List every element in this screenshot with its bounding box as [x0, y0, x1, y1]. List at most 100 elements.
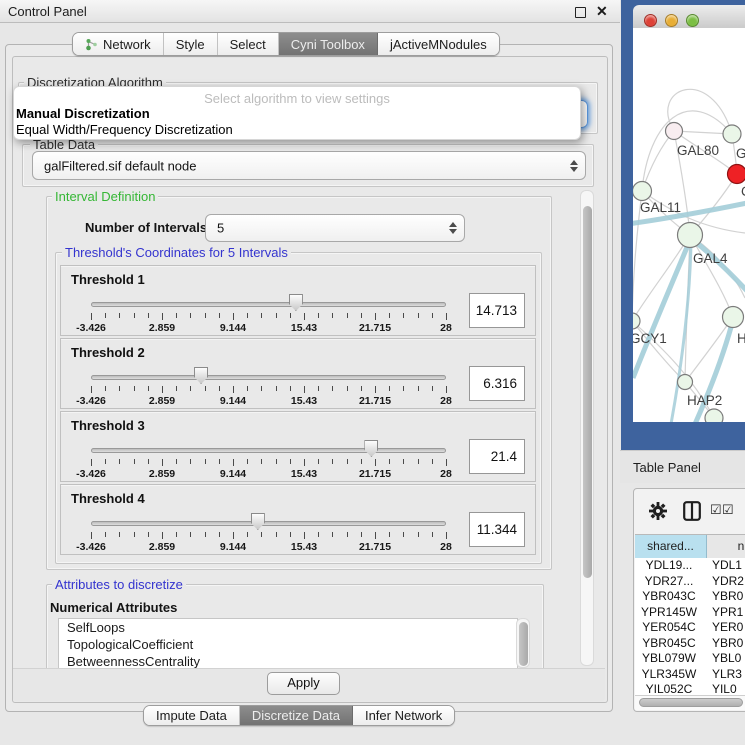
combo-stepper-icon — [449, 222, 457, 234]
table-row[interactable]: YLR345WYLR3 — [635, 667, 745, 683]
scrollbar-thumb[interactable] — [639, 698, 743, 707]
tick-mark — [134, 313, 135, 318]
table-row[interactable]: YPR145WYPR1 — [635, 605, 745, 621]
threshold-2-box: Threshold 2-3.4262.8599.14415.4321.71528… — [60, 338, 536, 409]
network-node-h[interactable] — [723, 307, 744, 328]
attribute-list-item[interactable]: SelfLoops — [59, 619, 517, 636]
checkbox-checked-icon[interactable]: ☑ — [722, 502, 734, 518]
table-row[interactable]: YIL052CYIL0 — [635, 682, 745, 695]
tab-style[interactable]: Style — [164, 33, 218, 55]
column-header-name[interactable]: n — [707, 535, 745, 558]
tick-label: 21.715 — [340, 541, 410, 553]
tick-mark — [304, 313, 305, 320]
threshold-value-field[interactable]: 14.713 — [469, 293, 525, 328]
table-data-selected-value: galFiltered.sif default node — [44, 158, 196, 173]
tab-label: Impute Data — [156, 708, 227, 723]
network-node-c[interactable] — [728, 165, 745, 184]
tick-mark — [418, 459, 419, 464]
table-horizontal-scrollbar[interactable] — [635, 695, 745, 710]
threshold-slider-track[interactable] — [91, 302, 446, 307]
attribute-list-item[interactable]: TopologicalCoefficient — [59, 636, 517, 653]
threshold-value-field[interactable]: 11.344 — [469, 512, 525, 547]
network-canvas[interactable]: GAL80GCGAL11GAL4GCY1HHAP2 — [633, 28, 745, 422]
tab-discretize-data[interactable]: Discretize Data — [240, 706, 353, 725]
zoom-traffic-light[interactable] — [686, 14, 699, 27]
tab-jactivemnodules[interactable]: jActiveMNodules — [378, 33, 499, 55]
node-label: GAL4 — [693, 251, 728, 266]
algorithm-option-manual[interactable]: Manual Discretization — [16, 106, 150, 121]
algorithm-placeholder-option[interactable]: Select algorithm to view settings — [14, 91, 580, 106]
scrollbar-thumb[interactable] — [583, 206, 592, 578]
algorithm-dropdown-popup: Select algorithm to view settings Manual… — [13, 86, 581, 140]
tick-mark — [105, 532, 106, 537]
threshold-1-box: Threshold 1-3.4262.8599.14415.4321.71528… — [60, 265, 536, 336]
tick-mark — [91, 459, 92, 466]
threshold-slider-handle[interactable] — [289, 294, 303, 311]
threshold-slider-track[interactable] — [91, 448, 446, 453]
network-node-gal4[interactable] — [678, 223, 703, 248]
tick-mark — [176, 532, 177, 537]
threshold-slider-track[interactable] — [91, 521, 446, 526]
network-node-g[interactable] — [723, 125, 741, 143]
split-columns-icon[interactable] — [683, 501, 701, 521]
threshold-value-field[interactable]: 6.316 — [469, 366, 525, 401]
tab-select[interactable]: Select — [218, 33, 279, 55]
table-row[interactable]: YBR043CYBR0 — [635, 589, 745, 605]
network-window-titlebar[interactable] — [633, 5, 745, 29]
tick-label: -3.426 — [56, 395, 126, 407]
table-panel-title: Table Panel — [633, 460, 701, 475]
gear-icon[interactable] — [649, 502, 667, 520]
algorithm-option-equal-width[interactable]: Equal Width/Frequency Discretization — [16, 122, 233, 137]
network-node-hap2[interactable] — [678, 375, 693, 390]
cell-name: YDR2 — [703, 574, 745, 590]
table-row[interactable]: YBL079WYBL0 — [635, 651, 745, 667]
network-node-gal11[interactable] — [633, 182, 652, 201]
minimize-traffic-light[interactable] — [665, 14, 678, 27]
tick-mark — [105, 386, 106, 391]
network-node-gal80[interactable] — [666, 123, 683, 140]
threshold-slider-track[interactable] — [91, 375, 446, 380]
numerical-attributes-list[interactable]: SelfLoopsTopologicalCoefficientBetweenne… — [58, 618, 518, 670]
float-window-icon[interactable] — [575, 7, 586, 18]
tab-label: Style — [176, 37, 205, 52]
number-of-intervals-combobox[interactable]: 5 — [205, 214, 465, 242]
tick-mark — [205, 313, 206, 318]
node-label: G — [736, 146, 745, 161]
node-label: HAP2 — [687, 393, 722, 408]
table-row[interactable]: YDL19...YDL1 — [635, 558, 745, 574]
close-icon[interactable]: ✕ — [596, 3, 608, 20]
tick-mark — [361, 313, 362, 318]
table-data-combobox[interactable]: galFiltered.sif default node — [32, 151, 586, 180]
cell-shared-name: YPR145W — [635, 605, 703, 621]
tick-mark — [119, 532, 120, 537]
content-vertical-scrollbar[interactable] — [580, 190, 594, 666]
cell-shared-name: YER054C — [635, 620, 703, 636]
tick-mark — [176, 386, 177, 391]
network-node[interactable] — [705, 409, 723, 422]
tab-infer-network[interactable]: Infer Network — [353, 706, 454, 725]
tick-mark — [119, 459, 120, 464]
close-traffic-light[interactable] — [644, 14, 657, 27]
slider-ticks — [91, 313, 447, 322]
node-label: GAL80 — [677, 143, 719, 158]
threshold-slider-handle[interactable] — [194, 367, 208, 384]
tab-label: Discretize Data — [252, 708, 340, 723]
attributes-list-scrollbar[interactable] — [516, 618, 530, 668]
tab-network[interactable]: Network — [73, 33, 164, 55]
checkbox-checked-icon[interactable]: ☑ — [710, 502, 722, 518]
threshold-slider-handle[interactable] — [251, 513, 265, 530]
table-row[interactable]: YBR045CYBR0 — [635, 636, 745, 652]
tab-label: Infer Network — [365, 708, 442, 723]
tick-label: 2.859 — [127, 322, 197, 334]
apply-button[interactable]: Apply — [267, 672, 340, 695]
table-row[interactable]: YER054CYER0 — [635, 620, 745, 636]
scrollbar-thumb[interactable] — [519, 622, 528, 666]
threshold-3-box: Threshold 3-3.4262.8599.14415.4321.71528… — [60, 411, 536, 482]
tab-cyni-toolbox[interactable]: Cyni Toolbox — [279, 33, 378, 55]
threshold-slider-handle[interactable] — [364, 440, 378, 457]
table-row[interactable]: YDR27...YDR2 — [635, 574, 745, 590]
tab-impute-data[interactable]: Impute Data — [144, 706, 240, 725]
tick-mark — [403, 313, 404, 318]
threshold-value-field[interactable]: 21.4 — [469, 439, 525, 474]
column-header-shared-name[interactable]: shared... — [635, 535, 707, 558]
